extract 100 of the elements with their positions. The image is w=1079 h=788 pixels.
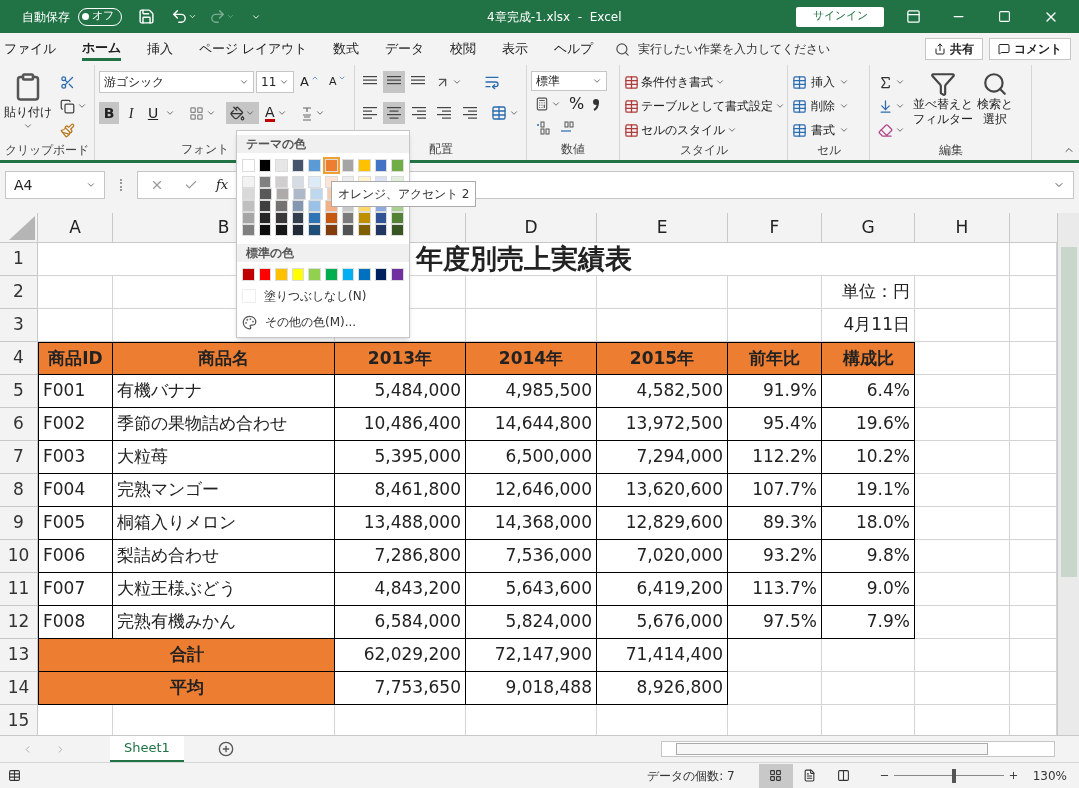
color-swatch[interactable] bbox=[258, 159, 272, 172]
ribbon-tab[interactable]: データ bbox=[385, 37, 425, 61]
color-swatch[interactable] bbox=[308, 200, 321, 212]
sheet-tab[interactable]: Sheet1 bbox=[110, 736, 184, 762]
color-swatch[interactable] bbox=[258, 268, 272, 281]
color-swatch[interactable] bbox=[242, 224, 255, 236]
style-menu-button[interactable]: セルのスタイル bbox=[624, 119, 785, 141]
font-style-button[interactable]: I bbox=[121, 102, 141, 124]
color-swatch[interactable] bbox=[308, 176, 321, 188]
color-swatch[interactable] bbox=[341, 212, 355, 224]
ribbon-tab[interactable]: 表示 bbox=[502, 37, 529, 61]
color-swatch[interactable] bbox=[391, 224, 404, 236]
find-select-button[interactable]: 検索と 選択 bbox=[977, 71, 1013, 141]
save-icon[interactable] bbox=[138, 8, 155, 25]
enter-icon[interactable] bbox=[184, 178, 198, 192]
ribbon-tab[interactable]: ホーム bbox=[82, 37, 121, 61]
color-swatch[interactable] bbox=[341, 268, 355, 281]
maximize-icon[interactable] bbox=[998, 10, 1011, 23]
font-name-field[interactable]: 游ゴシック bbox=[99, 71, 254, 93]
ribbon-tab[interactable]: 校閲 bbox=[450, 37, 477, 61]
sort-filter-button[interactable]: 並べ替えと フィルター bbox=[913, 71, 973, 141]
ribbon-tab[interactable]: ファイル bbox=[4, 37, 56, 61]
ribbon-display-icon[interactable] bbox=[906, 9, 921, 24]
ribbon-tab[interactable]: ヘルプ bbox=[554, 37, 594, 61]
color-swatch[interactable] bbox=[358, 212, 371, 224]
fill-color-button[interactable] bbox=[226, 102, 259, 124]
color-swatch[interactable] bbox=[242, 188, 255, 200]
color-swatch[interactable] bbox=[258, 200, 272, 212]
color-swatch[interactable] bbox=[308, 268, 321, 281]
color-swatch[interactable] bbox=[358, 224, 371, 236]
color-swatch[interactable] bbox=[358, 159, 371, 172]
color-swatch[interactable] bbox=[242, 212, 255, 224]
color-swatch[interactable] bbox=[242, 268, 255, 281]
color-swatch[interactable] bbox=[374, 212, 388, 224]
percent-button[interactable]: % bbox=[565, 93, 589, 115]
color-swatch[interactable] bbox=[275, 224, 288, 236]
horizontal-scrollbar[interactable] bbox=[661, 741, 1055, 757]
paste-button[interactable]: 貼り付け bbox=[4, 71, 52, 141]
color-swatch[interactable] bbox=[308, 224, 321, 236]
color-swatch[interactable] bbox=[275, 159, 288, 172]
cancel-icon[interactable] bbox=[150, 178, 164, 192]
no-fill-item[interactable]: 塗りつぶしなし(N) bbox=[242, 287, 404, 305]
scrollbar-thumb[interactable] bbox=[1060, 247, 1077, 577]
cells-menu-button[interactable]: 書式 bbox=[792, 119, 849, 141]
view-button[interactable] bbox=[758, 763, 793, 788]
color-swatch[interactable] bbox=[275, 200, 288, 212]
color-swatch[interactable] bbox=[374, 159, 388, 172]
vertical-align-button[interactable] bbox=[383, 71, 405, 93]
style-menu-button[interactable]: 条件付き書式 bbox=[624, 71, 785, 93]
color-swatch[interactable] bbox=[275, 268, 288, 281]
comment-button[interactable]: コメント bbox=[989, 38, 1071, 60]
color-swatch[interactable] bbox=[276, 188, 289, 200]
name-box[interactable]: A4 bbox=[5, 171, 105, 199]
color-swatch[interactable] bbox=[324, 212, 338, 224]
more-colors-item[interactable]: その他の色(M)... bbox=[242, 313, 404, 331]
color-swatch[interactable] bbox=[391, 159, 404, 172]
color-swatch[interactable] bbox=[308, 159, 321, 172]
color-swatch[interactable] bbox=[242, 200, 255, 212]
color-swatch[interactable] bbox=[308, 212, 321, 224]
cells-menu-button[interactable]: 削除 bbox=[792, 95, 849, 117]
color-swatch[interactable] bbox=[258, 176, 272, 188]
zoom-slider[interactable] bbox=[893, 768, 1004, 783]
vertical-scrollbar[interactable] bbox=[1057, 213, 1079, 735]
ribbon-tab[interactable]: ページ レイアウト bbox=[199, 37, 308, 61]
color-swatch[interactable] bbox=[291, 176, 305, 188]
horizontal-align-button[interactable] bbox=[383, 102, 405, 124]
color-swatch[interactable] bbox=[341, 224, 355, 236]
add-sheet-icon[interactable] bbox=[217, 741, 234, 757]
tell-me-field[interactable]: 実行したい作業を入力してください bbox=[638, 40, 859, 58]
sign-in-button[interactable]: サインイン bbox=[796, 6, 884, 27]
color-swatch[interactable] bbox=[242, 176, 255, 188]
cells-menu-button[interactable]: 挿入 bbox=[792, 71, 849, 93]
font-color-button[interactable]: A bbox=[261, 102, 291, 124]
shrink-font-button[interactable]: A bbox=[324, 71, 351, 93]
style-menu-button[interactable]: テーブルとして書式設定 bbox=[624, 95, 785, 117]
ribbon-tab[interactable]: 数式 bbox=[333, 37, 360, 61]
color-swatch[interactable] bbox=[242, 159, 255, 172]
color-swatch[interactable] bbox=[258, 224, 272, 236]
color-swatch[interactable] bbox=[324, 159, 338, 172]
color-swatch[interactable] bbox=[358, 268, 371, 281]
color-swatch[interactable] bbox=[291, 268, 305, 281]
color-swatch[interactable] bbox=[275, 176, 288, 188]
color-swatch[interactable] bbox=[391, 212, 404, 224]
font-style-button[interactable]: U bbox=[143, 102, 163, 124]
color-swatch[interactable] bbox=[341, 159, 355, 172]
color-swatch[interactable] bbox=[310, 188, 323, 200]
ribbon-tab[interactable]: 挿入 bbox=[147, 37, 173, 61]
number-format-field[interactable]: 標準 bbox=[531, 71, 607, 91]
color-swatch[interactable] bbox=[291, 159, 305, 172]
color-swatch[interactable] bbox=[258, 212, 272, 224]
undo-icon[interactable] bbox=[171, 8, 188, 25]
color-swatch[interactable] bbox=[374, 224, 388, 236]
color-swatch[interactable] bbox=[324, 268, 338, 281]
color-swatch[interactable] bbox=[275, 212, 288, 224]
color-swatch[interactable] bbox=[324, 224, 338, 236]
grow-font-button[interactable]: A bbox=[296, 71, 323, 93]
color-swatch[interactable] bbox=[291, 212, 305, 224]
color-swatch[interactable] bbox=[374, 268, 388, 281]
share-button[interactable]: 共有 bbox=[925, 38, 983, 60]
color-swatch[interactable] bbox=[391, 268, 404, 281]
